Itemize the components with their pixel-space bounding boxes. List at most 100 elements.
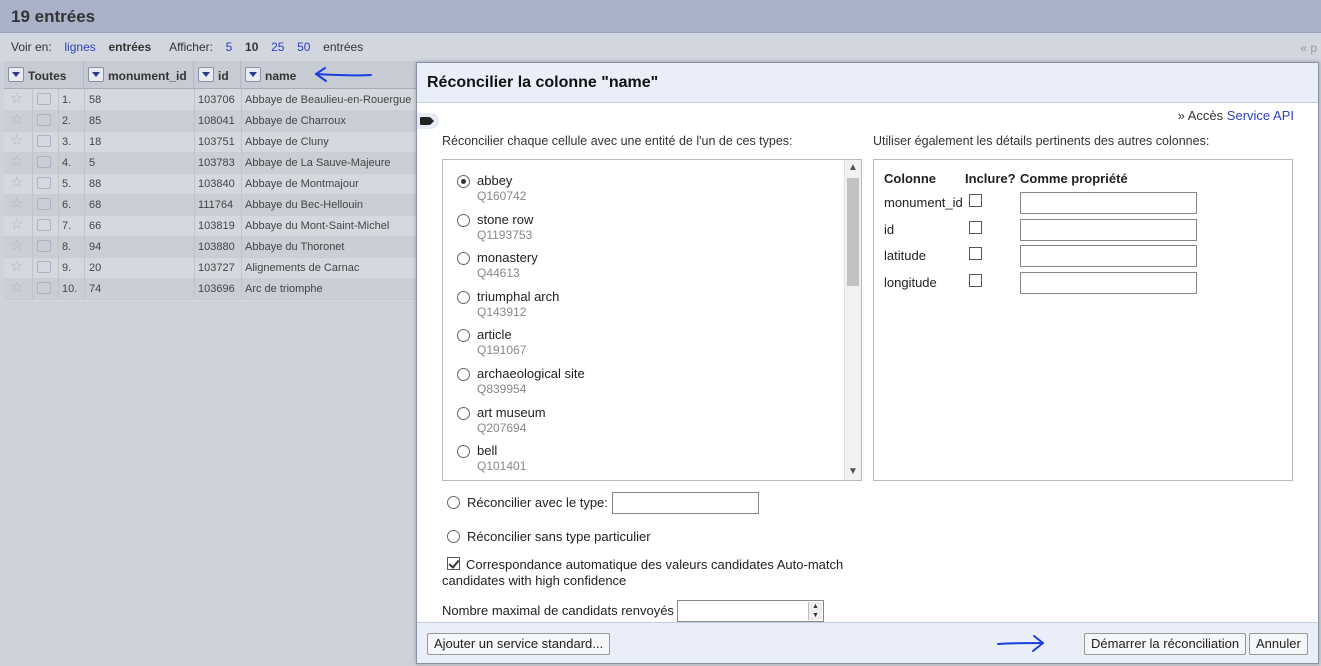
star-icon[interactable]: ☆ [10,91,23,107]
flag-icon[interactable] [37,177,51,189]
type-radio[interactable] [457,252,470,266]
cell-id[interactable]: 103819 [198,220,235,232]
cell-id[interactable]: 103840 [198,178,235,190]
cell-monument-id[interactable]: 88 [89,178,101,190]
cell-name[interactable]: Abbaye de Montmajour [245,178,359,190]
star-icon[interactable]: ☆ [10,133,23,149]
reconcile-no-type-radio[interactable] [447,530,460,543]
cell-name[interactable]: Abbaye du Bec-Hellouin [245,199,363,211]
cell-name[interactable]: Abbaye du Mont-Saint-Michel [245,220,389,232]
cell-monument-id[interactable]: 18 [89,136,101,148]
column-header-monument-id[interactable]: monument_id [84,61,194,89]
cell-monument-id[interactable]: 58 [89,94,101,106]
dropdown-arrow-icon[interactable] [88,67,104,82]
type-radio[interactable] [457,213,470,227]
star-icon[interactable]: ☆ [10,238,23,254]
cell-id[interactable]: 103751 [198,136,235,148]
table-row: ☆ 10. 74 103696 Arc de triomphe [4,279,417,300]
cell-monument-id[interactable]: 94 [89,241,101,253]
cell-name[interactable]: Abbaye du Thoronet [245,241,344,253]
star-icon[interactable]: ☆ [10,175,23,191]
reconcile-with-type-radio[interactable] [447,496,460,509]
property-input[interactable] [1020,245,1197,268]
cancel-button[interactable]: Annuler [1249,633,1308,655]
cell-monument-id[interactable]: 85 [89,115,101,127]
service-api-link[interactable]: Service API [1227,108,1294,123]
annotation-arrow-right [997,635,1044,652]
type-radio[interactable] [457,175,470,188]
star-icon[interactable]: ☆ [10,154,23,170]
flag-icon[interactable] [37,135,51,147]
star-icon[interactable]: ☆ [10,112,23,128]
star-icon[interactable]: ☆ [10,217,23,233]
types-scrollbar[interactable]: ▲ ▼ [844,160,861,480]
scroll-down-icon[interactable]: ▼ [845,464,861,480]
flag-icon[interactable] [37,261,51,273]
scroll-thumb[interactable] [847,178,859,286]
type-radio[interactable] [457,368,470,381]
cell-monument-id[interactable]: 5 [89,157,95,169]
column-header-id[interactable]: id [194,61,241,89]
cell-id[interactable]: 103706 [198,94,235,106]
column-header-all[interactable]: Toutes [4,61,84,89]
reconcile-type-input[interactable] [612,492,759,514]
cell-monument-id[interactable]: 74 [89,283,101,295]
type-radio[interactable] [457,329,470,343]
cell-name[interactable]: Abbaye de Cluny [245,136,329,148]
flag-icon[interactable] [37,240,51,252]
cell-monument-id[interactable]: 68 [89,199,101,211]
cell-name[interactable]: Abbaye de La Sauve-Majeure [245,157,391,169]
scroll-up-icon[interactable]: ▲ [845,160,861,176]
dropdown-arrow-icon[interactable] [245,67,261,82]
star-icon[interactable]: ☆ [10,259,23,275]
page-size-5[interactable]: 5 [226,40,233,54]
pager-previous[interactable]: « p [1300,41,1317,55]
cell-name[interactable]: Alignements de Carnac [245,262,359,274]
dropdown-arrow-icon[interactable] [8,67,24,82]
include-checkbox[interactable] [969,194,982,207]
include-checkbox[interactable] [969,247,982,261]
include-checkbox[interactable] [969,273,982,287]
add-standard-service-button[interactable]: Ajouter un service standard... [427,633,611,655]
tag-icon[interactable] [417,113,439,129]
cell-id[interactable]: 103783 [198,157,235,169]
cell-id[interactable]: 103696 [198,283,235,295]
property-input[interactable] [1020,271,1197,294]
number-spinner-icon[interactable]: ▲ ▼ [808,602,822,620]
automatch-option[interactable]: Correspondance automatique des valeurs c… [442,557,872,589]
type-radio[interactable] [457,290,470,304]
flag-icon[interactable] [37,219,51,231]
cell-name[interactable]: Abbaye de Charroux [245,115,346,127]
cell-monument-id[interactable]: 66 [89,220,101,232]
property-input[interactable] [1020,218,1197,241]
automatch-checkbox[interactable] [447,557,460,570]
automatch-label: Correspondance automatique des valeurs c… [442,557,844,588]
flag-icon[interactable] [37,114,51,126]
cell-id[interactable]: 103727 [198,262,235,274]
page-size-25[interactable]: 25 [271,40,284,54]
star-icon[interactable]: ☆ [10,280,23,296]
cell-monument-id[interactable]: 20 [89,262,101,274]
cell-name[interactable]: Arc de triomphe [245,283,323,295]
cell-name[interactable]: Abbaye de Beaulieu-en-Rouergue [245,94,411,106]
page-size-50[interactable]: 50 [297,40,310,54]
include-checkbox[interactable] [969,220,982,234]
flag-icon[interactable] [37,198,51,210]
cell-id[interactable]: 108041 [198,115,235,127]
dropdown-arrow-icon[interactable] [198,67,214,82]
flag-icon[interactable] [37,93,51,105]
flag-icon[interactable] [37,282,51,294]
view-rows-link[interactable]: lignes [64,40,95,54]
column-header-colonne: Colonne [884,171,936,186]
cell-id[interactable]: 111764 [198,199,233,211]
star-icon[interactable]: ☆ [10,196,23,212]
start-reconciliation-button[interactable]: Démarrer la réconciliation [1084,633,1247,655]
type-radio[interactable] [457,445,470,459]
max-candidates-input[interactable]: ▲ ▼ [677,600,824,622]
property-input[interactable] [1020,192,1197,214]
type-radio[interactable] [457,406,470,420]
view-records-current: entrées [108,40,152,54]
cell-id[interactable]: 103880 [198,241,235,253]
flag-icon[interactable] [37,156,51,168]
table-row: ☆ 3. 18 103751 Abbaye de Cluny [4,132,417,153]
